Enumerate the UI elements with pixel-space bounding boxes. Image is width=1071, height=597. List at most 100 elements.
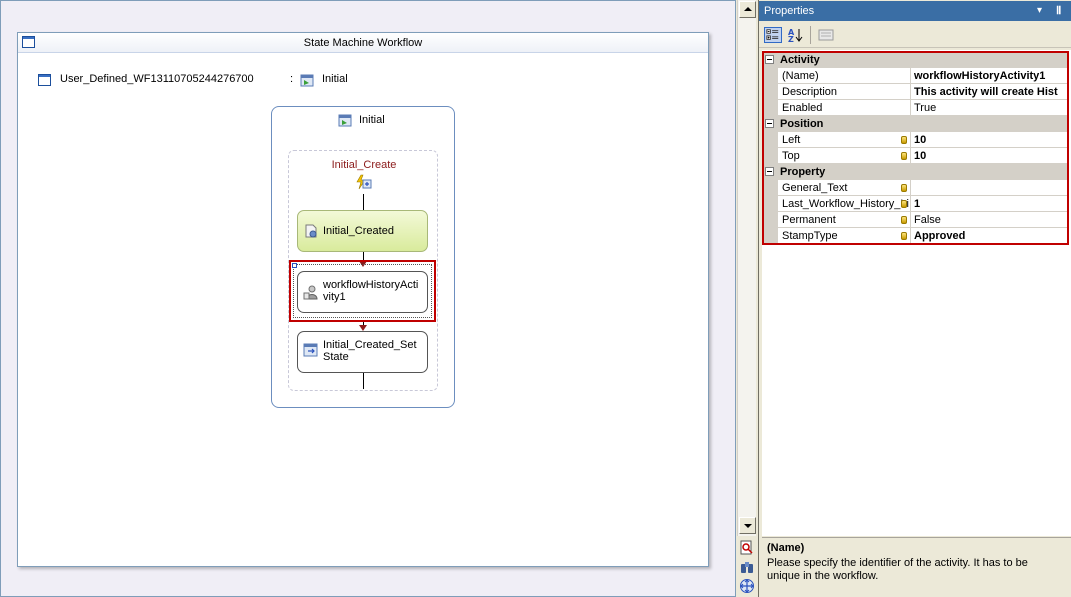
activity-name: Initial_Created xyxy=(323,225,394,237)
bind-property-icon[interactable] xyxy=(901,136,907,144)
property-row-last-workflow-history[interactable]: Last_Workflow_History_Li 1 xyxy=(764,196,1068,212)
property-value-input[interactable]: This activity will create Hist xyxy=(911,84,1068,100)
property-name: (Name) xyxy=(778,68,911,84)
property-value-input[interactable] xyxy=(911,180,1068,196)
toolbar-separator xyxy=(810,26,811,44)
workflow-root-name[interactable]: User_Defined_WF13110705244276700 xyxy=(60,73,254,85)
history-activity-icon xyxy=(303,285,318,300)
properties-titlebar: Properties ▾ Ⅱ xyxy=(759,1,1071,21)
row-gutter xyxy=(764,212,778,228)
property-row-name[interactable]: (Name) workflowHistoryActivity1 xyxy=(764,68,1068,84)
workflow-titlebar: State Machine Workflow xyxy=(18,33,708,53)
category-name: Position xyxy=(780,118,824,130)
state-header: Initial xyxy=(338,113,418,129)
handle-external-event-icon xyxy=(305,224,317,238)
row-gutter xyxy=(764,100,778,116)
auto-hide-pin-icon[interactable]: Ⅱ xyxy=(1056,4,1061,17)
property-description-pane: (Name) Please specify the identifier of … xyxy=(762,537,1071,595)
event-driven-label: Initial_Create xyxy=(331,159,397,171)
designer-navigation-tools xyxy=(737,536,756,597)
properties-panel: Properties ▾ Ⅱ A Z Activity (Name) workf… xyxy=(758,0,1071,597)
alphabetical-sort-icon[interactable]: A Z xyxy=(787,27,805,43)
bind-property-icon[interactable] xyxy=(901,184,907,192)
property-row-permanent[interactable]: Permanent False xyxy=(764,212,1068,228)
category-name: Property xyxy=(780,166,826,178)
activity-workflow-history[interactable]: workflowHistoryActivity1 xyxy=(297,271,428,313)
property-name: Top xyxy=(778,148,911,164)
connector-line xyxy=(363,373,364,389)
category-name: Activity xyxy=(780,54,820,66)
row-gutter xyxy=(764,196,778,212)
workflow-root-icon xyxy=(38,74,51,86)
activity-name: Initial_Created_SetState xyxy=(323,339,417,363)
bind-property-icon[interactable] xyxy=(901,152,907,160)
collapse-icon[interactable] xyxy=(765,167,774,176)
svg-text:Z: Z xyxy=(788,35,794,43)
set-state-icon xyxy=(303,343,318,357)
property-value-input[interactable]: 10 xyxy=(911,132,1068,148)
property-grid[interactable]: Activity (Name) workflowHistoryActivity1… xyxy=(762,50,1071,536)
activity-initial-created[interactable]: Initial_Created xyxy=(297,210,428,252)
selection-handle[interactable] xyxy=(292,263,297,268)
property-row-description[interactable]: Description This activity will create Hi… xyxy=(764,84,1068,100)
property-value-input[interactable]: workflowHistoryActivity1 xyxy=(911,68,1068,84)
root-separator: : xyxy=(290,73,294,85)
categorized-view-icon[interactable] xyxy=(764,27,782,43)
scroll-down-button[interactable] xyxy=(739,517,756,534)
find-binoculars-icon[interactable] xyxy=(739,559,755,575)
activity-initial-created-setstate[interactable]: Initial_Created_SetState xyxy=(297,331,428,373)
property-name: Last_Workflow_History_Li xyxy=(778,196,911,212)
property-row-enabled[interactable]: Enabled True xyxy=(764,100,1068,116)
root-initial-state-link[interactable]: Initial xyxy=(322,73,348,85)
window-position-dropdown-icon[interactable]: ▾ xyxy=(1037,5,1042,16)
event-driven-initial-create[interactable]: Initial_Create Initial_Created workflowH… xyxy=(288,150,438,391)
designer-vertical-scrollbar[interactable] xyxy=(737,0,756,536)
scroll-up-button[interactable] xyxy=(739,1,756,18)
property-value-input[interactable]: 1 xyxy=(911,196,1068,212)
category-position[interactable]: Position xyxy=(764,116,1068,132)
property-name: Left xyxy=(778,132,911,148)
state-machine-workflow-window[interactable]: State Machine Workflow User_Defined_WF13… xyxy=(17,32,709,567)
row-gutter xyxy=(764,84,778,100)
property-row-stamptype[interactable]: StampType Approved xyxy=(764,228,1068,244)
zoom-icon[interactable] xyxy=(739,540,755,556)
bind-property-icon[interactable] xyxy=(901,216,907,224)
arrow-up-icon xyxy=(744,7,752,11)
workflow-designer-surface[interactable]: State Machine Workflow User_Defined_WF13… xyxy=(0,0,736,597)
connector-line xyxy=(363,194,364,210)
property-value-input[interactable]: Approved xyxy=(911,228,1068,244)
bind-property-icon[interactable] xyxy=(901,200,907,208)
collapse-icon[interactable] xyxy=(765,55,774,64)
property-value-input[interactable]: False xyxy=(911,212,1068,228)
property-row-left[interactable]: Left 10 xyxy=(764,132,1068,148)
property-name: StampType xyxy=(778,228,911,244)
description-title: (Name) xyxy=(767,542,805,554)
property-name: Description xyxy=(778,84,911,100)
category-property[interactable]: Property xyxy=(764,164,1068,180)
category-activity[interactable]: Activity xyxy=(764,52,1068,68)
state-icon xyxy=(338,114,352,127)
state-name: Initial xyxy=(359,114,385,126)
bind-property-icon[interactable] xyxy=(901,232,907,240)
property-name: Enabled xyxy=(778,100,911,116)
initial-state-icon xyxy=(300,74,314,87)
property-value-input[interactable]: True xyxy=(911,100,1068,116)
property-name: General_Text xyxy=(778,180,911,196)
event-driven-icon xyxy=(356,174,372,190)
property-value-input[interactable]: 10 xyxy=(911,148,1068,164)
state-initial[interactable]: Initial Initial_Create Initial_Created w… xyxy=(271,106,455,408)
workflow-root-line: User_Defined_WF13110705244276700 : Initi… xyxy=(38,72,458,88)
row-gutter xyxy=(764,148,778,164)
row-gutter xyxy=(764,68,778,84)
property-row-general-text[interactable]: General_Text xyxy=(764,180,1068,196)
row-gutter xyxy=(764,180,778,196)
property-name: Permanent xyxy=(778,212,911,228)
workflow-title: State Machine Workflow xyxy=(303,37,423,49)
activity-name: workflowHistoryActivity1 xyxy=(323,279,419,303)
properties-toolbar: A Z xyxy=(759,22,1071,48)
property-pages-icon[interactable] xyxy=(817,27,835,43)
collapse-icon[interactable] xyxy=(765,119,774,128)
properties-title: Properties xyxy=(764,5,815,17)
pan-icon[interactable] xyxy=(739,578,755,594)
property-row-top[interactable]: Top 10 xyxy=(764,148,1068,164)
